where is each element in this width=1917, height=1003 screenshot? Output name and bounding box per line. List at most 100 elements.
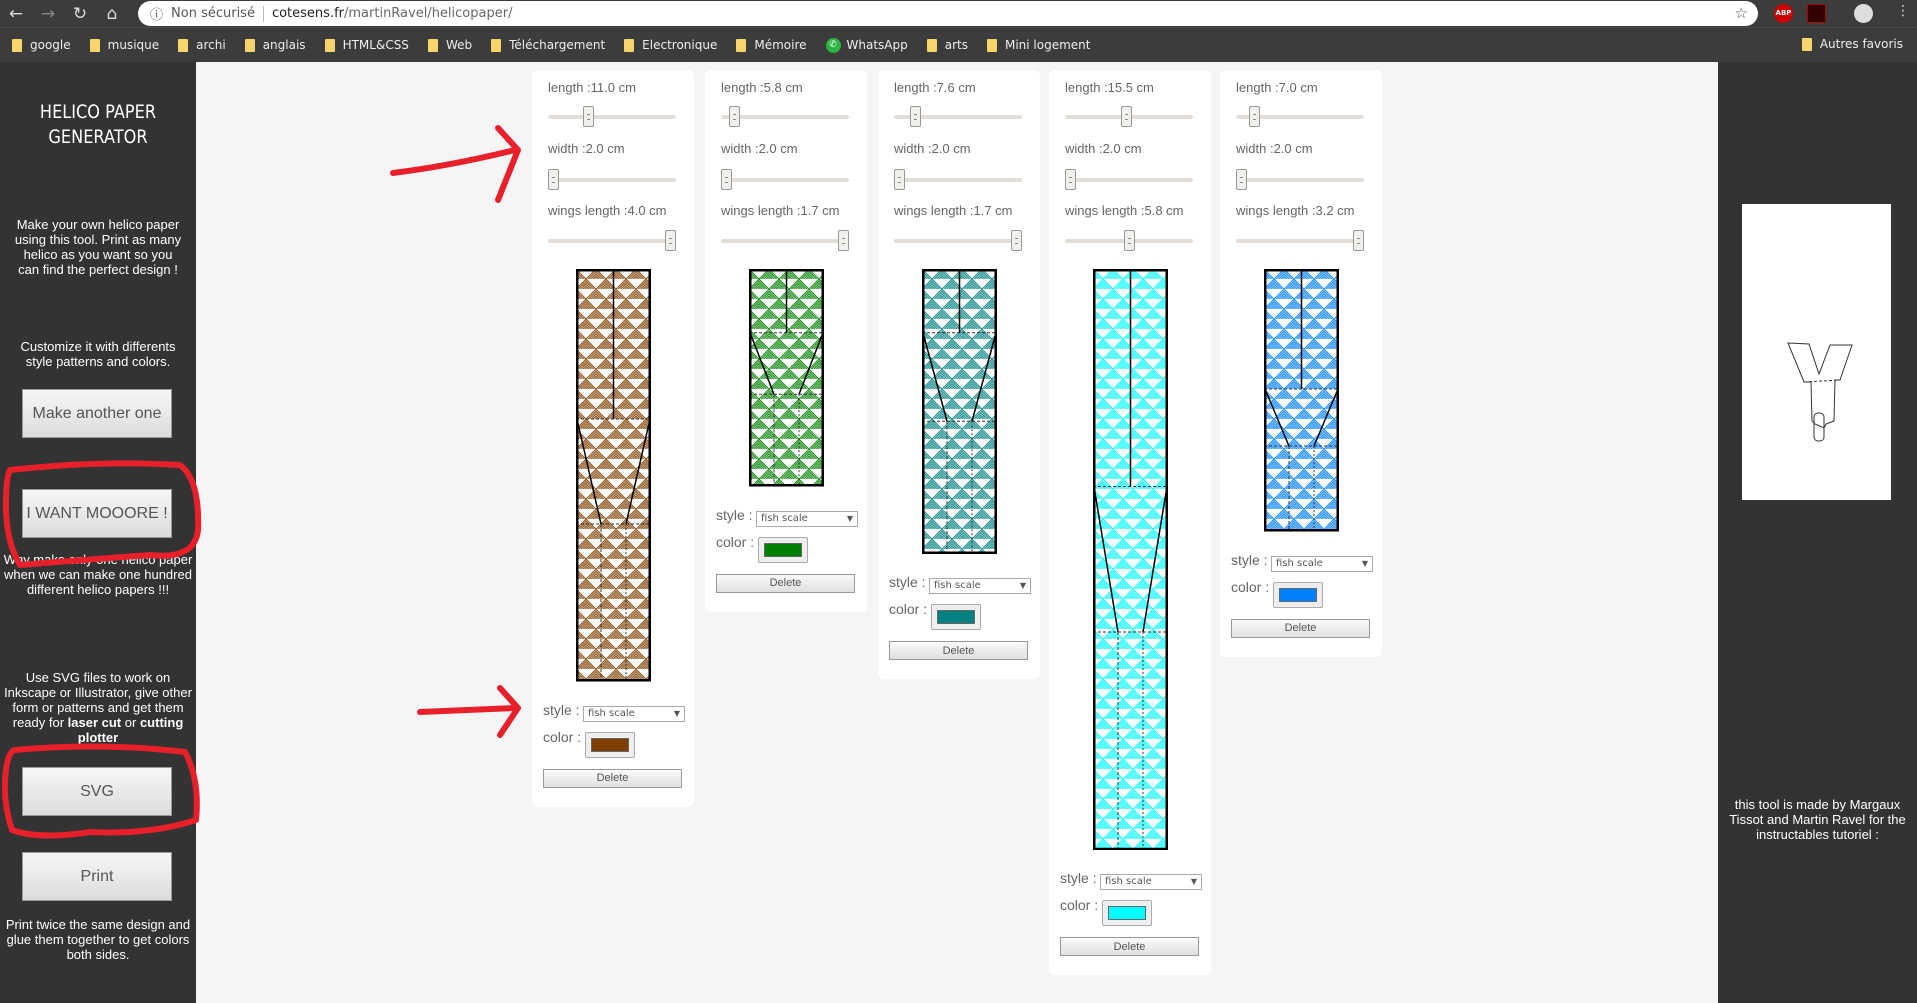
bookmark-item[interactable]: HTML&CSS: [324, 38, 409, 53]
wings-length-slider[interactable]: [894, 230, 1022, 251]
length-slider[interactable]: [721, 106, 849, 127]
width-slider[interactable]: [548, 169, 676, 190]
delete-button[interactable]: Delete: [889, 641, 1028, 660]
color-label: color :: [1231, 578, 1270, 595]
length-label: length :7.6 cm: [894, 80, 976, 95]
home-icon[interactable]: ⌂: [96, 4, 128, 24]
back-icon[interactable]: ←: [0, 4, 32, 24]
width-slider[interactable]: [1236, 169, 1364, 190]
other-bookmarks-label: Autres favoris: [1819, 37, 1903, 51]
customize-text: Customize it with differents style patte…: [20, 339, 176, 369]
style-select[interactable]: fish scale ▼: [1100, 874, 1202, 891]
width-label: width :2.0 cm: [1065, 141, 1142, 156]
color-picker[interactable]: [585, 731, 635, 758]
delete-button[interactable]: Delete: [1231, 618, 1370, 638]
length-slider[interactable]: [548, 106, 676, 127]
bookmark-item[interactable]: arts: [926, 38, 968, 53]
length-slider[interactable]: [1236, 106, 1364, 127]
wings-length-slider[interactable]: [548, 230, 676, 251]
bookmark-item[interactable]: Web: [427, 38, 472, 53]
delete-button[interactable]: Delete: [1060, 937, 1199, 957]
info-icon[interactable]: ⓘ: [150, 4, 163, 23]
profile-avatar[interactable]: [1854, 4, 1873, 23]
width-label: width :2.0 cm: [1236, 141, 1313, 156]
slider-thumb[interactable]: [838, 230, 849, 251]
width-slider[interactable]: [721, 169, 849, 190]
bookmark-item[interactable]: Electronique: [624, 38, 717, 53]
slider-thumb[interactable]: [665, 230, 676, 251]
want-more-button[interactable]: I WANT MOOORE !: [22, 489, 172, 538]
slider-thumb[interactable]: [1353, 230, 1364, 251]
print-button[interactable]: Print: [22, 852, 172, 901]
folder-icon: [491, 38, 502, 52]
color-swatch: [591, 737, 629, 752]
wings-length-slider[interactable]: [1065, 230, 1193, 251]
length-slider[interactable]: [1065, 106, 1193, 127]
slider-thumb[interactable]: [1236, 169, 1247, 190]
width-label: width :2.0 cm: [721, 141, 798, 156]
dropdown-arrow-icon: ▼: [1190, 877, 1197, 887]
style-select[interactable]: fish scale ▼: [1271, 555, 1373, 572]
other-bookmarks[interactable]: Autres favoris: [1801, 37, 1903, 51]
color-picker[interactable]: [1102, 900, 1152, 927]
helico-card: length :7.6 cm width :2.0 cm wings lengt…: [878, 70, 1040, 679]
bookmark-item[interactable]: google: [12, 38, 71, 53]
adblock-icon[interactable]: ABP: [1774, 4, 1793, 23]
helico-card: length :11.0 cm width :2.0 cm wings leng…: [532, 70, 694, 807]
slider-thumb[interactable]: [894, 169, 905, 190]
slider-thumb[interactable]: [548, 169, 559, 190]
bookmark-star-icon[interactable]: ☆: [1735, 4, 1748, 22]
length-label: length :15.5 cm: [1065, 80, 1154, 95]
slider-thumb[interactable]: [583, 106, 595, 127]
acrobat-icon[interactable]: [1807, 4, 1826, 23]
bookmark-item[interactable]: ✆ WhatsApp: [825, 37, 908, 53]
style-label: style :: [543, 701, 580, 718]
color-picker[interactable]: [1273, 581, 1323, 608]
width-slider[interactable]: [894, 169, 1022, 190]
color-swatch: [937, 610, 975, 624]
color-swatch: [764, 542, 802, 557]
slider-thumb[interactable]: [1121, 106, 1133, 127]
color-swatch: [1279, 587, 1317, 602]
reload-icon[interactable]: ↻: [64, 4, 96, 24]
folder-icon: [986, 38, 997, 52]
bookmark-item[interactable]: anglais: [244, 38, 306, 53]
menu-icon[interactable]: ⋮: [1887, 3, 1917, 19]
wings-length-slider[interactable]: [721, 230, 849, 251]
length-slider[interactable]: [894, 106, 1022, 127]
folder-icon: [244, 38, 255, 52]
address-bar[interactable]: ⓘ Non sécurisé cotesens.fr/martinRavel/h…: [138, 1, 1758, 26]
slider-thumb[interactable]: [1248, 106, 1260, 127]
color-label: color :: [1060, 897, 1099, 914]
wings-length-slider[interactable]: [1236, 230, 1364, 251]
color-picker[interactable]: [931, 604, 981, 630]
bookmark-item[interactable]: Mémoire: [736, 38, 807, 53]
svg-button[interactable]: SVG: [22, 767, 172, 816]
bookmark-item[interactable]: Téléchargement: [491, 38, 605, 53]
bookmark-item[interactable]: archi: [178, 38, 226, 53]
bookmark-label: google: [30, 38, 71, 52]
delete-button[interactable]: Delete: [716, 573, 855, 593]
slider-thumb[interactable]: [721, 169, 732, 190]
width-slider[interactable]: [1065, 169, 1193, 190]
bookmark-item[interactable]: musique: [89, 38, 160, 53]
bookmark-label: Téléchargement: [509, 38, 606, 52]
bookmark-label: musique: [107, 38, 160, 52]
slider-thumb[interactable]: [1123, 230, 1135, 251]
style-select[interactable]: fish scale ▼: [583, 705, 685, 722]
slider-thumb[interactable]: [1065, 169, 1076, 190]
slider-thumb[interactable]: [910, 106, 922, 127]
bookmark-label: arts: [944, 38, 968, 52]
forward-icon[interactable]: →: [32, 4, 64, 24]
bookmark-label: HTML&CSS: [342, 38, 409, 52]
dropdown-arrow-icon: ▼: [673, 708, 680, 718]
bookmark-item[interactable]: Mini logement: [986, 38, 1090, 53]
make-another-button[interactable]: Make another one: [22, 389, 172, 438]
style-select[interactable]: fish scale ▼: [756, 510, 858, 527]
delete-button[interactable]: Delete: [543, 768, 682, 788]
slider-thumb[interactable]: [1011, 230, 1022, 251]
slider-thumb[interactable]: [729, 106, 741, 127]
style-select[interactable]: fish scale ▼: [929, 578, 1031, 594]
color-label: color :: [889, 601, 928, 617]
color-picker[interactable]: [758, 536, 808, 563]
